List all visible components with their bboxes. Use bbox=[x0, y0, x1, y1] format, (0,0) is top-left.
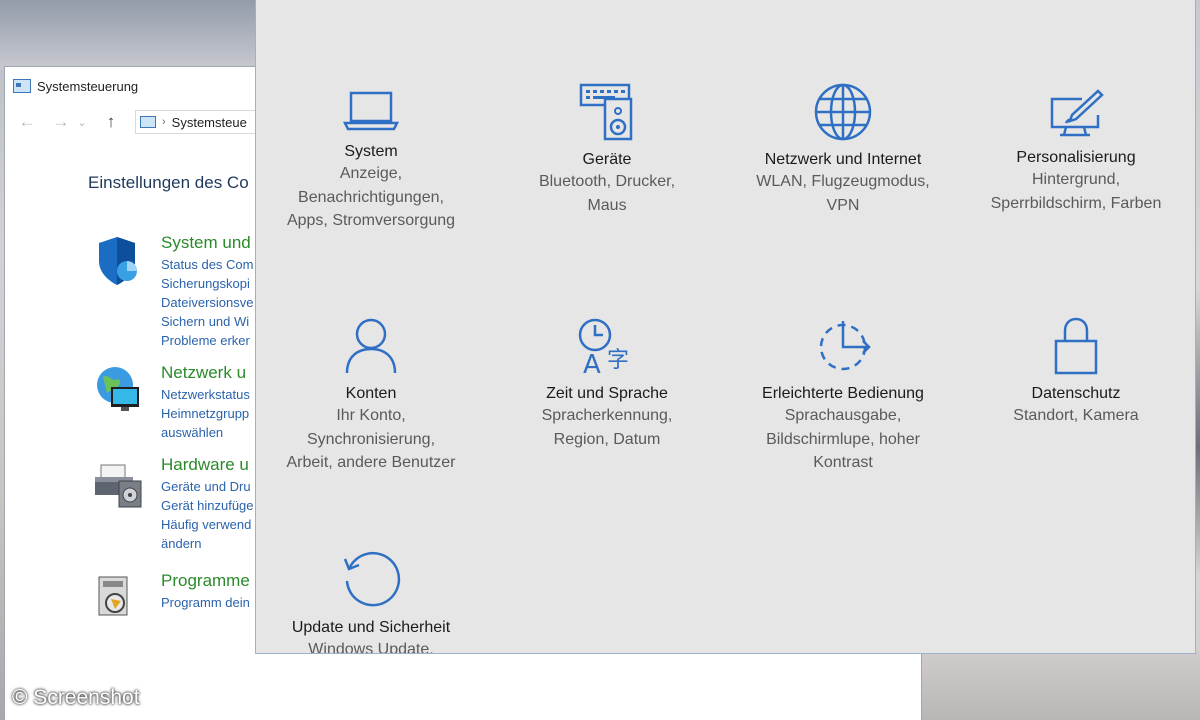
shield-icon bbox=[99, 237, 137, 285]
personalization-icon bbox=[1050, 89, 1104, 137]
tile-ease-of-access[interactable]: Erleichterte Bedienung Sprachausgabe, Bi… bbox=[728, 317, 958, 475]
breadcrumb[interactable]: Systemsteue bbox=[172, 115, 247, 130]
category-link[interactable]: Sichern und Wi bbox=[161, 312, 254, 331]
category-link[interactable]: Sicherungskopi bbox=[161, 274, 254, 293]
category-link[interactable]: Heimnetzgrupp bbox=[161, 404, 250, 423]
tile-personalization[interactable]: Personalisierung Hintergrund, Sperrbilds… bbox=[961, 87, 1191, 215]
tile-time-language[interactable]: A 字 Zeit und Sprache Spracherkennung, Re… bbox=[492, 317, 722, 451]
back-arrow-icon[interactable]: ← bbox=[17, 112, 37, 132]
svg-text:A: A bbox=[583, 350, 601, 375]
tile-title: Konten bbox=[345, 385, 397, 402]
category-title[interactable]: Hardware u bbox=[161, 455, 249, 475]
tile-description: Bluetooth, Drucker, Maus bbox=[538, 173, 676, 214]
time-language-icon: A 字 bbox=[578, 318, 629, 375]
tile-description: Sprachausgabe, Bildschirmlupe, hoher Kon… bbox=[766, 407, 920, 471]
category-link[interactable]: Netzwerkstatus bbox=[161, 385, 250, 404]
tile-title: Geräte bbox=[582, 151, 632, 168]
category-link[interactable]: auswählen bbox=[161, 423, 250, 442]
desktop-bottom bbox=[920, 652, 1200, 720]
update-icon bbox=[343, 551, 401, 607]
category-link[interactable]: Probleme erker bbox=[161, 331, 254, 350]
svg-text:字: 字 bbox=[607, 348, 629, 373]
tile-title: Update und Sicherheit bbox=[291, 619, 451, 636]
category-links: Status des Com Sicherungskopi Dateiversi… bbox=[161, 255, 254, 350]
control-panel-icon bbox=[140, 116, 156, 128]
person-icon bbox=[345, 318, 397, 374]
programs-icon bbox=[98, 576, 128, 616]
tile-description: Spracherkennung, Region, Datum bbox=[541, 407, 673, 448]
category-link[interactable]: Dateiversionsve bbox=[161, 293, 254, 312]
tile-description: WLAN, Flugzeugmodus, VPN bbox=[756, 173, 930, 214]
tile-devices[interactable]: Geräte Bluetooth, Drucker, Maus bbox=[492, 83, 722, 217]
laptop-icon bbox=[342, 91, 400, 131]
category-link[interactable]: Programm dein bbox=[161, 593, 250, 612]
tile-title: Zeit und Sprache bbox=[546, 385, 668, 402]
breadcrumb-separator: › bbox=[162, 116, 166, 128]
forward-arrow-icon[interactable]: → bbox=[51, 112, 71, 132]
tile-update-security[interactable]: Update und Sicherheit Windows Update, bbox=[256, 551, 486, 654]
network-globe-icon bbox=[97, 367, 139, 411]
category-links: Programm dein bbox=[161, 593, 250, 612]
desktop-sky bbox=[0, 0, 280, 70]
up-arrow-icon[interactable]: ↑ bbox=[101, 112, 121, 132]
tile-description: Ihr Konto, Synchronisierung, Arbeit, and… bbox=[286, 407, 456, 471]
history-dropdown-icon[interactable]: ⌄ bbox=[77, 116, 87, 129]
settings-window: System Anzeige, Benachrichtigungen, Apps… bbox=[255, 0, 1196, 654]
tile-network[interactable]: Netzwerk und Internet WLAN, Flugzeugmodu… bbox=[728, 83, 958, 217]
tile-title: Personalisierung bbox=[1016, 149, 1136, 166]
ease-of-access-icon bbox=[819, 321, 871, 371]
address-bar[interactable]: › Systemsteue bbox=[135, 110, 275, 134]
globe-icon bbox=[814, 83, 872, 141]
control-panel-icon bbox=[13, 79, 31, 93]
tile-title: Erleichterte Bedienung bbox=[762, 385, 924, 402]
tile-description: Anzeige, Benachrichtigungen, Apps, Strom… bbox=[286, 165, 456, 229]
tile-title: Datenschutz bbox=[1031, 385, 1121, 402]
lock-icon bbox=[1054, 317, 1098, 375]
category-links: Netzwerkstatus Heimnetzgrupp auswählen bbox=[161, 385, 250, 442]
tile-privacy[interactable]: Datenschutz Standort, Kamera bbox=[961, 317, 1191, 428]
printer-icon bbox=[95, 464, 142, 508]
category-title[interactable]: System und bbox=[161, 233, 251, 253]
tile-accounts[interactable]: Konten Ihr Konto, Synchronisierung, Arbe… bbox=[256, 317, 486, 475]
category-link[interactable]: Status des Com bbox=[161, 255, 254, 274]
tile-system[interactable]: System Anzeige, Benachrichtigungen, Apps… bbox=[256, 89, 486, 233]
page-title: Einstellungen des Co bbox=[88, 173, 249, 192]
category-link[interactable]: ändern bbox=[161, 534, 254, 553]
tile-title: System bbox=[344, 143, 398, 160]
watermark: © Screenshot bbox=[12, 686, 140, 709]
devices-icon bbox=[579, 83, 633, 141]
window-title: Systemsteuerung bbox=[37, 78, 139, 94]
tile-description: Windows Update, bbox=[308, 641, 434, 654]
tile-title: Netzwerk und Internet bbox=[764, 151, 922, 168]
category-title[interactable]: Programme bbox=[161, 571, 250, 591]
category-link[interactable]: Häufig verwend bbox=[161, 515, 254, 534]
category-link[interactable]: Geräte und Dru bbox=[161, 477, 254, 496]
tile-description: Standort, Kamera bbox=[1013, 407, 1139, 424]
tile-description: Hintergrund, Sperrbildschirm, Farben bbox=[990, 171, 1162, 212]
category-links: Geräte und Dru Gerät hinzufüge Häufig ve… bbox=[161, 477, 254, 553]
category-link[interactable]: Gerät hinzufüge bbox=[161, 496, 254, 515]
category-title[interactable]: Netzwerk u bbox=[161, 363, 246, 383]
